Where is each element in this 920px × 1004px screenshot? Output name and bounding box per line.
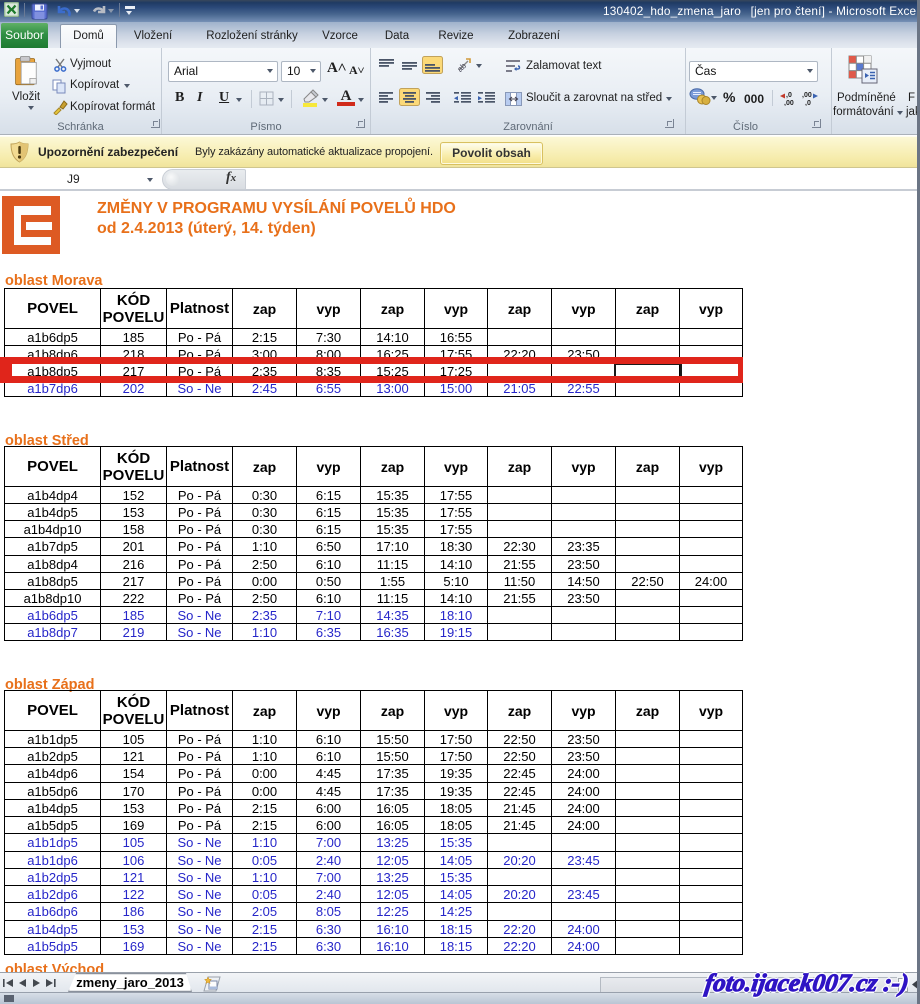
svg-text:,00: ,00 — [784, 100, 794, 106]
svg-text:,00: ,00 — [802, 92, 812, 99]
svg-text:,0: ,0 — [786, 92, 792, 99]
svg-text:,0: ,0 — [805, 100, 811, 106]
